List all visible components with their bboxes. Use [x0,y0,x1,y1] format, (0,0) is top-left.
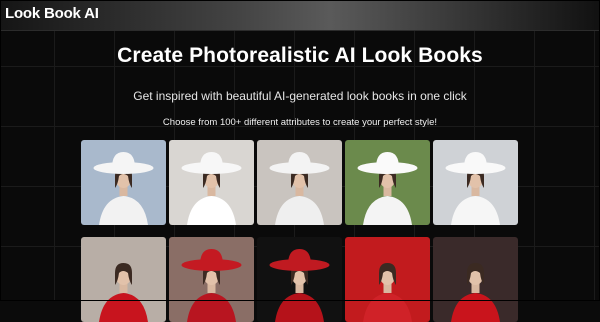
row1-card-1[interactable] [81,140,166,225]
model-white-hat-photo [169,140,254,225]
row2-card-1[interactable] [81,237,166,322]
row2-card-3[interactable] [257,237,342,322]
model-white-hat-photo [433,140,518,225]
row2-card-4[interactable] [345,237,430,322]
model-red-dress-photo [81,237,166,322]
model-white-hat-photo [345,140,430,225]
model-red-hat-photo [257,237,342,322]
top-bar: Look Book AI [0,0,600,31]
hero-subtitle: Get inspired with beautiful AI-generated… [133,89,467,103]
model-red-dress-photo [345,237,430,322]
row2-card-5[interactable] [433,237,518,322]
model-red-dress-photo [433,237,518,322]
row1-card-5[interactable] [433,140,518,225]
lookbook-gallery [81,140,518,322]
model-white-hat-photo [257,140,342,225]
row1-card-3[interactable] [257,140,342,225]
row1-card-4[interactable] [345,140,430,225]
hero-title: Create Photorealistic AI Look Books [117,44,483,67]
row1-card-2[interactable] [169,140,254,225]
hero-tagline: Choose from 100+ different attributes to… [162,117,438,128]
model-white-hat-male-photo [81,140,166,225]
row2-card-2[interactable] [169,237,254,322]
model-red-hat-photo [169,237,254,322]
logo[interactable]: Look Book AI [5,5,99,22]
